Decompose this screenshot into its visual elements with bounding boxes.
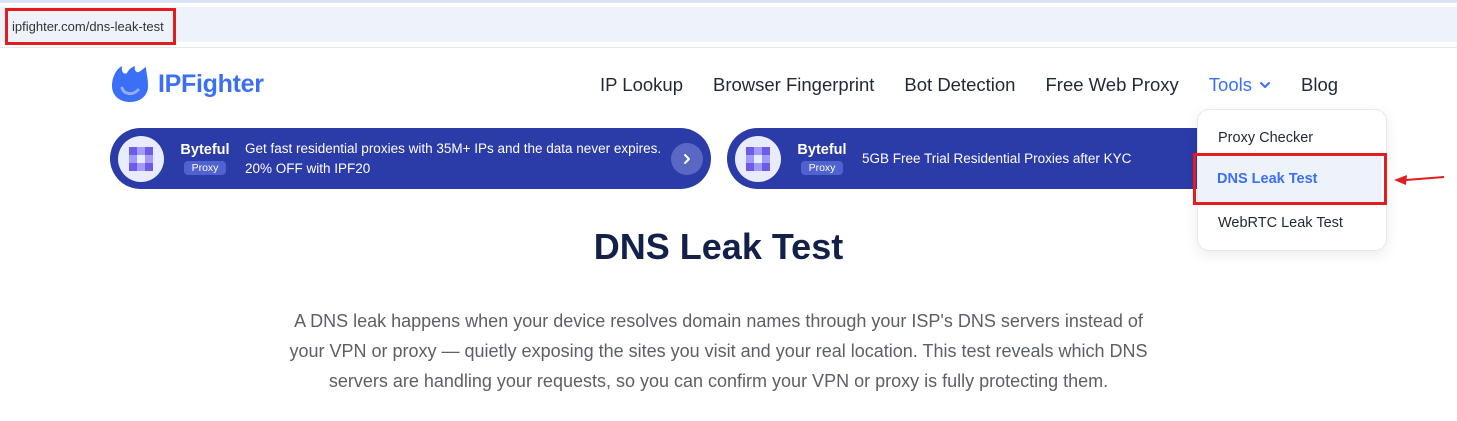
annotation-highlight-box bbox=[1193, 153, 1387, 205]
banner-brand: Byteful Proxy bbox=[794, 142, 850, 175]
brand-name: Byteful bbox=[180, 142, 230, 158]
brand-name: Byteful bbox=[797, 142, 847, 158]
promo-banner-2[interactable]: Byteful Proxy 5GB Free Trial Residential… bbox=[727, 128, 1228, 189]
brand-tag: Proxy bbox=[800, 161, 844, 175]
main-nav: IP Lookup Browser Fingerprint Bot Detect… bbox=[600, 74, 1368, 96]
banner-brand: Byteful Proxy bbox=[177, 142, 233, 175]
nav-ip-lookup[interactable]: IP Lookup bbox=[600, 74, 683, 96]
chevron-down-icon bbox=[1260, 82, 1270, 88]
promo-banner-1[interactable]: Byteful Proxy Get fast residential proxi… bbox=[110, 128, 711, 189]
banner-text: Get fast residential proxies with 35M+ I… bbox=[245, 140, 662, 176]
nav-tools[interactable]: Tools bbox=[1209, 74, 1271, 96]
nav-browser-fingerprint[interactable]: Browser Fingerprint bbox=[713, 74, 874, 96]
nav-free-web-proxy[interactable]: Free Web Proxy bbox=[1045, 74, 1178, 96]
header-divider bbox=[0, 47, 1457, 48]
annotation-arrow-icon bbox=[1394, 175, 1445, 185]
site-logo[interactable]: IPFighter bbox=[108, 64, 264, 104]
brand-tag: Proxy bbox=[183, 161, 227, 175]
byteful-logo-icon bbox=[735, 135, 781, 182]
nav-tools-label: Tools bbox=[1208, 74, 1252, 95]
address-bar[interactable] bbox=[0, 7, 1457, 42]
menu-item-webrtc-leak-test[interactable]: WebRTC Leak Test bbox=[1218, 215, 1343, 231]
logo-icon bbox=[112, 66, 148, 102]
page-description: A DNS leak happens when your device reso… bbox=[289, 311, 1148, 391]
menu-item-proxy-checker[interactable]: Proxy Checker bbox=[1218, 130, 1313, 146]
banner-text: 5GB Free Trial Residential Proxies after… bbox=[862, 150, 1132, 166]
byteful-logo-icon bbox=[118, 135, 164, 182]
browser-top-strip bbox=[0, 0, 1457, 3]
chevron-right-icon[interactable] bbox=[671, 143, 703, 175]
logo-text: IPFighter bbox=[158, 69, 264, 98]
url-text[interactable]: ipfighter.com/dns-leak-test bbox=[5, 8, 176, 45]
nav-blog[interactable]: Blog bbox=[1301, 74, 1338, 96]
nav-bot-detection[interactable]: Bot Detection bbox=[904, 74, 1015, 96]
